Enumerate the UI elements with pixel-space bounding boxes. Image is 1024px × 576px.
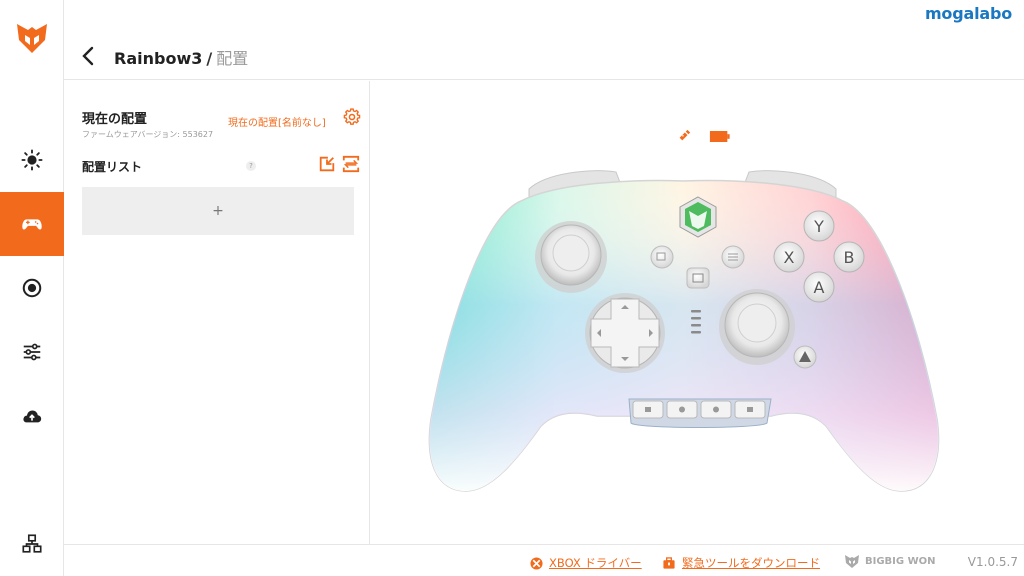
xbox-icon [530,556,543,570]
app-window: mogalabo Rainbow3/配置 現在の配置 ファームウェアバージョン:… [0,0,1024,576]
import-button[interactable] [318,155,336,173]
config-panel: 現在の配置 ファームウェアバージョン: 553627 現在の配置[名前なし] 配… [64,81,370,544]
face-button-y: Y [803,210,835,242]
face-button-x: X [773,241,805,273]
bigbigwon-logo-icon [845,555,859,568]
import-icon [319,156,335,172]
back-button[interactable] [78,44,98,68]
config-settings-button[interactable] [343,108,361,126]
sidebar [0,0,64,576]
emergency-tool-link[interactable]: 緊急ツールをダウンロード [662,555,820,571]
breadcrumb-separator: / [206,49,213,68]
app-version: V1.0.5.7 [967,555,1018,569]
header: mogalabo Rainbow3/配置 [64,0,1024,80]
xbox-driver-label: XBOX ドライバー [549,556,642,570]
face-button-b: B [833,241,865,273]
firmware-version: ファームウェアバージョン: 553627 [82,130,214,139]
brand-logo: mogalabo [924,4,1012,23]
breadcrumb: Rainbow3/配置 [114,45,248,69]
svg-text:X: X [784,248,795,267]
face-button-a: A [803,271,835,303]
sidebar-item-devices[interactable] [0,512,64,576]
swap-icon [342,155,360,173]
breadcrumb-current: 配置 [216,49,249,68]
current-config-value[interactable]: 現在の配置[名前なし] [228,114,326,129]
xbox-driver-link[interactable]: XBOX ドライバー [530,555,642,571]
sidebar-item-cloud[interactable] [0,384,64,448]
toolbox-icon [663,556,675,569]
current-config-title: 現在の配置 [82,112,148,127]
breadcrumb-device[interactable]: Rainbow3 [114,49,202,68]
gear-icon [343,108,361,125]
app-logo-icon [14,20,50,56]
sun-icon [21,149,43,171]
sidebar-item-lighting[interactable] [0,128,64,192]
footer-brand: BIGBIG WON [844,553,935,569]
footer-brand-label: BIGBIG WON [865,555,936,567]
chevron-left-icon [82,46,94,66]
sidebar-item-record[interactable] [0,256,64,320]
sidebar-item-sliders[interactable] [0,320,64,384]
sidebar-item-gamepad[interactable] [0,192,64,256]
record-icon [22,278,42,298]
add-config-button[interactable]: + [82,187,354,235]
controller-view: Y X B A [371,81,1024,544]
help-icon[interactable]: ? [246,161,256,171]
export-button[interactable] [342,155,360,173]
controller-image: Y X B A [428,170,940,492]
emergency-tool-label: 緊急ツールをダウンロード [682,556,820,570]
svg-text:A: A [814,278,825,297]
device-network-icon [22,534,42,553]
svg-text:Y: Y [813,217,824,236]
gamepad-icon [22,219,42,230]
config-list-title: 配置リスト [82,160,143,174]
cloud-upload-icon [23,410,42,423]
footer: XBOX ドライバー 緊急ツールをダウンロード BIGBIG WON V1.0.… [64,544,1024,576]
sliders-icon [23,343,41,361]
svg-text:B: B [844,248,855,267]
